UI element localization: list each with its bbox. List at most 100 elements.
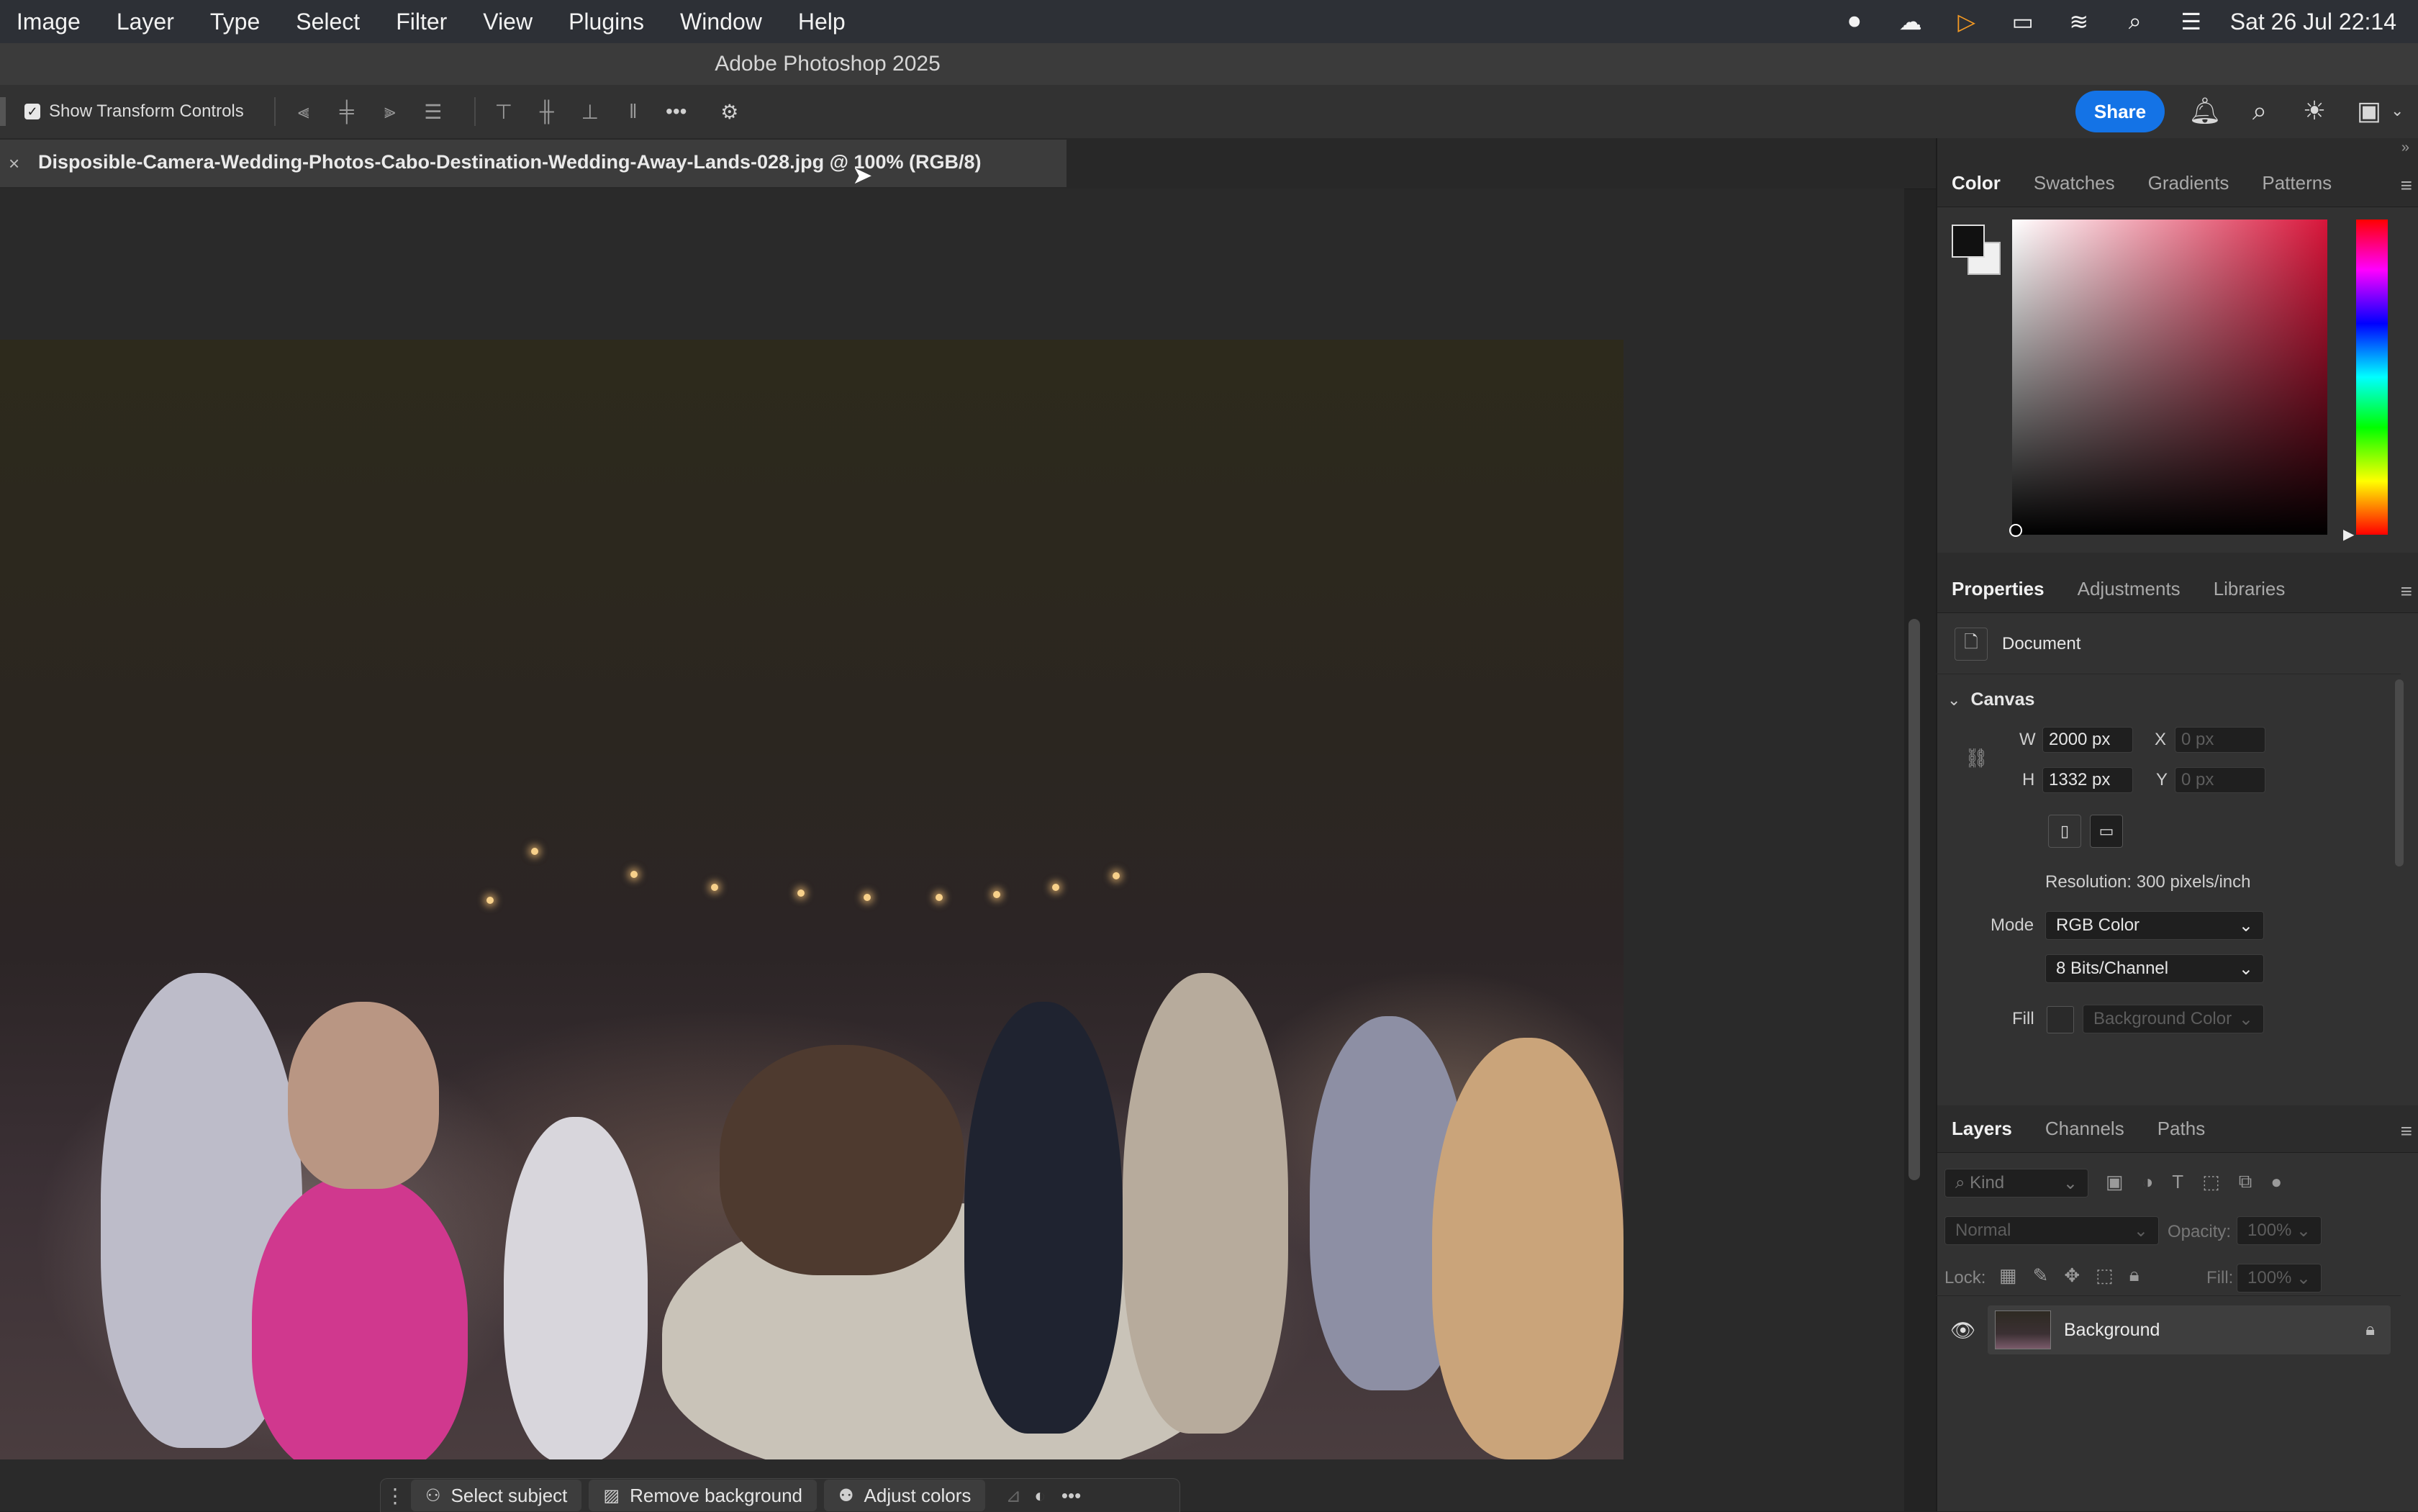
more-options-icon[interactable]: •••	[661, 96, 692, 127]
tab-gradients[interactable]: Gradients	[2148, 172, 2229, 194]
workspace-chevron-icon[interactable]: ⌄	[2391, 101, 2404, 120]
bolt-app-icon[interactable]: ▷	[1952, 7, 1981, 36]
fill-select[interactable]: Background Color ⌄	[2083, 1005, 2264, 1033]
filter-type-icon[interactable]: T	[2172, 1171, 2183, 1193]
creative-cloud-icon[interactable]: ☁	[1896, 7, 1925, 36]
layer-fill-input[interactable]: 100% ⌄	[2237, 1264, 2322, 1293]
notification-bell-icon[interactable]: 🔔︎	[2188, 94, 2222, 128]
discover-lightbulb-icon[interactable]: ☀	[2297, 94, 2332, 128]
taskbar-more-icon[interactable]: •••	[1061, 1485, 1081, 1507]
layer-name[interactable]: Background	[2064, 1320, 2365, 1341]
layer-filter-select[interactable]: ⌕ Kind ⌄	[1944, 1169, 2088, 1198]
workspace-switcher-icon[interactable]: ▣	[2352, 94, 2386, 128]
layer-lock-icon[interactable]: 🔒︎	[2365, 1320, 2375, 1340]
options-bar-grip[interactable]	[0, 97, 6, 126]
distribute-h-icon[interactable]: ☰	[418, 96, 448, 127]
fill-color-swatch[interactable]	[2047, 1006, 2074, 1033]
foreground-color-swatch-front[interactable]	[1952, 225, 1985, 258]
opacity-input[interactable]: 100% ⌄	[2237, 1216, 2322, 1245]
menubar-clock[interactable]: Sat 26 Jul 22:14	[2230, 9, 2396, 35]
tab-adjustments[interactable]: Adjustments	[2078, 578, 2181, 600]
align-middle-v-icon[interactable]: ╫	[532, 96, 562, 127]
y-input[interactable]: 0 px	[2175, 767, 2265, 793]
bit-depth-select[interactable]: 8 Bits/Channel ⌄	[2045, 954, 2264, 983]
screen-record-icon[interactable]: ⏺	[1840, 7, 1869, 36]
properties-scrollbar[interactable]	[2395, 679, 2404, 866]
menu-plugins[interactable]: Plugins	[569, 9, 644, 35]
hue-slider[interactable]	[2356, 219, 2388, 535]
filter-smart-object-icon[interactable]: ⧉	[2239, 1170, 2252, 1193]
color-picker-handle[interactable]	[2009, 524, 2022, 537]
landscape-orientation-icon[interactable]: ▭	[2090, 815, 2123, 848]
battery-icon[interactable]: ▭	[2009, 7, 2037, 36]
link-proportions-icon[interactable]: ⛓	[1965, 747, 1988, 769]
menu-select[interactable]: Select	[296, 9, 360, 35]
select-subject-button[interactable]: ⚇ Select subject	[411, 1480, 582, 1511]
wifi-icon[interactable]: ≋	[2065, 7, 2093, 36]
tab-color[interactable]: Color	[1952, 172, 2001, 194]
chevron-down-icon: ⌄	[2133, 1221, 2148, 1241]
mask-toggle-icon[interactable]: ◐	[1034, 1485, 1046, 1507]
tab-patterns[interactable]: Patterns	[2262, 172, 2332, 194]
menu-help[interactable]: Help	[798, 9, 846, 35]
control-center-icon[interactable]: ☰	[2177, 7, 2206, 36]
canvas-section-header[interactable]: ⌄ Canvas	[1947, 689, 2034, 710]
lock-all-icon[interactable]: 🔒︎	[2129, 1264, 2139, 1287]
collapse-dock-icon[interactable]: »	[2401, 140, 2409, 156]
lock-position-icon[interactable]: ✥	[2064, 1264, 2080, 1287]
document-tab-title[interactable]: Disposible-Camera-Wedding-Photos-Cabo-De…	[38, 151, 981, 173]
layer-visibility-eye-icon[interactable]: 👁︎	[1950, 1318, 1976, 1342]
layers-panel-menu-icon[interactable]: ≡	[2401, 1120, 2412, 1143]
tab-layers[interactable]: Layers	[1952, 1118, 2012, 1140]
close-tab-icon[interactable]: ×	[9, 153, 19, 175]
document-image[interactable]	[0, 340, 1624, 1459]
height-input[interactable]: 1332 px	[2042, 767, 2133, 793]
width-input[interactable]: 2000 px	[2042, 727, 2133, 753]
tab-swatches[interactable]: Swatches	[2034, 172, 2115, 194]
generative-fill-icon[interactable]: ⊿	[1005, 1485, 1021, 1507]
layer-row-background[interactable]: Background 🔒︎	[1988, 1305, 2391, 1354]
filter-toggle-icon[interactable]: ●	[2270, 1171, 2282, 1193]
menu-view[interactable]: View	[483, 9, 533, 35]
collapse-chevron-icon[interactable]: ⌄	[1947, 691, 1960, 710]
menu-type[interactable]: Type	[210, 9, 260, 35]
menu-image[interactable]: Image	[17, 9, 81, 35]
tab-libraries[interactable]: Libraries	[2214, 578, 2286, 600]
align-center-h-icon[interactable]: ╪	[332, 96, 362, 127]
portrait-orientation-icon[interactable]: ▯	[2048, 815, 2081, 848]
remove-background-button[interactable]: ▨ Remove background	[589, 1480, 817, 1511]
mode-select[interactable]: RGB Color ⌄	[2045, 911, 2264, 940]
filter-shape-icon[interactable]: ⬚	[2202, 1171, 2220, 1193]
tab-properties[interactable]: Properties	[1952, 578, 2045, 600]
document-tab[interactable]: × Disposible-Camera-Wedding-Photos-Cabo-…	[0, 140, 1067, 187]
lock-artboard-icon[interactable]: ⬚	[2096, 1264, 2114, 1287]
blend-mode-select[interactable]: Normal ⌄	[1944, 1216, 2159, 1245]
canvas-vertical-scrollbar[interactable]	[1908, 619, 1920, 1180]
share-button[interactable]: Share	[2075, 91, 2165, 132]
color-picker-field[interactable]	[2012, 219, 2327, 535]
tab-channels[interactable]: Channels	[2045, 1118, 2124, 1140]
filter-pixel-icon[interactable]: ▣	[2106, 1171, 2124, 1193]
menu-layer[interactable]: Layer	[117, 9, 174, 35]
adjust-colors-button[interactable]: ⚉ Adjust colors	[824, 1480, 986, 1511]
menu-filter[interactable]: Filter	[396, 9, 447, 35]
properties-panel-menu-icon[interactable]: ≡	[2401, 580, 2412, 603]
taskbar-grip-icon[interactable]: ⋮	[385, 1484, 405, 1508]
align-left-icon[interactable]: ⫷	[289, 96, 319, 127]
color-panel-menu-icon[interactable]: ≡	[2401, 174, 2412, 197]
lock-transparency-icon[interactable]: ▦	[1999, 1264, 2017, 1287]
align-bottom-icon[interactable]: ⊥	[575, 96, 605, 127]
show-transform-checkbox[interactable]: ✓	[24, 104, 40, 119]
settings-gear-icon[interactable]: ⚙	[715, 96, 745, 127]
tab-paths[interactable]: Paths	[2157, 1118, 2206, 1140]
menu-window[interactable]: Window	[680, 9, 762, 35]
search-icon[interactable]: ⌕	[2242, 94, 2277, 128]
spotlight-search-icon[interactable]: ⌕	[2121, 7, 2150, 36]
align-right-icon[interactable]: ⫸	[375, 96, 405, 127]
x-input[interactable]: 0 px	[2175, 727, 2265, 753]
distribute-v-icon[interactable]: ‖	[618, 96, 648, 127]
hue-slider-handle-icon[interactable]: ▶	[2343, 525, 2354, 543]
filter-adjustment-icon[interactable]: ◑	[2142, 1171, 2154, 1193]
align-top-icon[interactable]: ⊤	[489, 96, 519, 127]
lock-pixels-icon[interactable]: ✎	[2033, 1264, 2049, 1287]
